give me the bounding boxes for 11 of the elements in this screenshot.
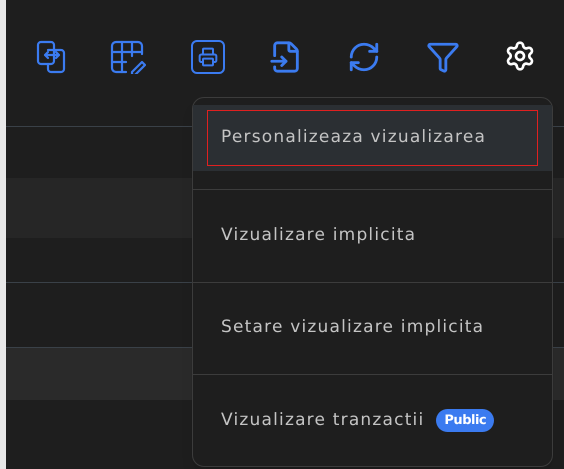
settings-icon (504, 40, 536, 72)
menu-item[interactable]: Vizualizare tranzactii Public (193, 374, 552, 466)
menu-item[interactable]: Personalizeaza vizualizarea (207, 110, 538, 166)
menu-item[interactable]: Setare vizualizare implicita (193, 282, 552, 374)
toolbar-button[interactable] (504, 40, 536, 72)
print-icon (190, 40, 225, 74)
grid-edit-icon (110, 40, 146, 74)
public-badge: Public (436, 408, 494, 432)
swap-icon (36, 40, 66, 74)
filter-icon (426, 40, 460, 74)
menu-item[interactable]: Vizualizare implicita (193, 190, 552, 282)
